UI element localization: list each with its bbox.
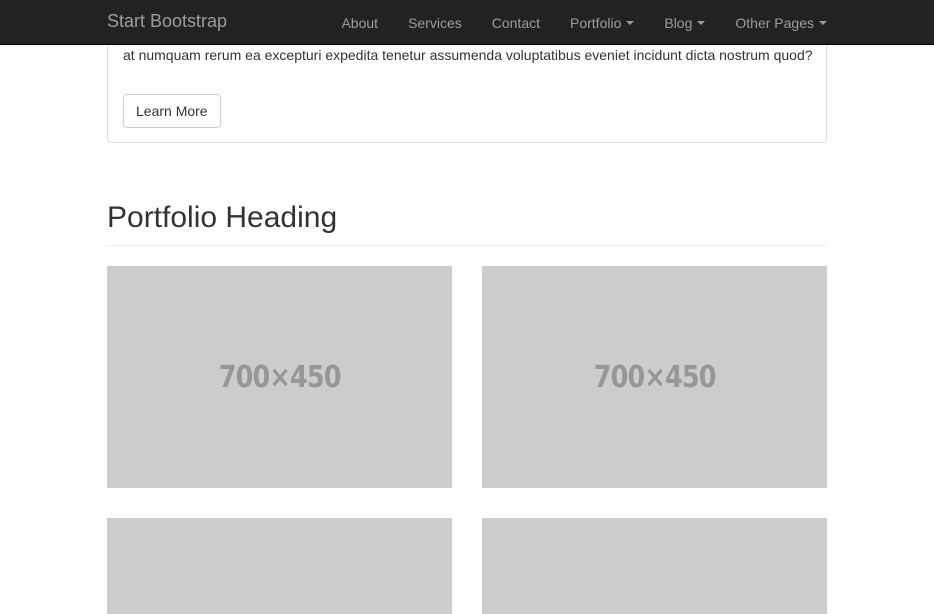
portfolio-thumbnail[interactable]: 700×450 (107, 266, 452, 488)
caret-down-icon (697, 20, 706, 25)
nav-item-label: Portfolio (570, 14, 622, 31)
nav-item-other-pages[interactable]: Other Pages (735, 15, 827, 31)
nav-item-about[interactable]: About (341, 15, 378, 31)
portfolio-heading: Portfolio Heading (107, 200, 827, 246)
placeholder-size-label: 700×450 (593, 359, 717, 395)
nav-item-label: About (341, 14, 379, 31)
nav-item-services[interactable]: Services (408, 15, 462, 31)
placeholder-size-label: 700×450 (218, 359, 342, 395)
caret-down-icon (626, 20, 635, 25)
top-navbar: Start Bootstrap About Services Contact P… (0, 0, 934, 45)
nav-item-label: Contact (491, 14, 540, 31)
nav-item-contact[interactable]: Contact (492, 15, 540, 31)
nav-item-label: Other Pages (735, 14, 814, 31)
learn-more-button[interactable]: Learn More (123, 94, 221, 128)
nav-item-label: Services (408, 14, 462, 31)
portfolio-thumbnail[interactable] (107, 518, 452, 614)
caret-down-icon (819, 20, 827, 25)
portfolio-thumbnail[interactable] (482, 518, 827, 614)
nav-menu: About Services Contact Portfolio Blog Ot… (341, 0, 827, 45)
nav-item-portfolio[interactable]: Portfolio (570, 14, 635, 31)
panel-body-text: at numquam rerum ea excepturi expedita t… (123, 47, 813, 63)
navbar-brand[interactable]: Start Bootstrap (107, 11, 227, 31)
nav-item-blog[interactable]: Blog (664, 14, 706, 31)
portfolio-thumbnail[interactable]: 700×450 (482, 266, 827, 488)
nav-item-label: Blog (664, 14, 693, 31)
